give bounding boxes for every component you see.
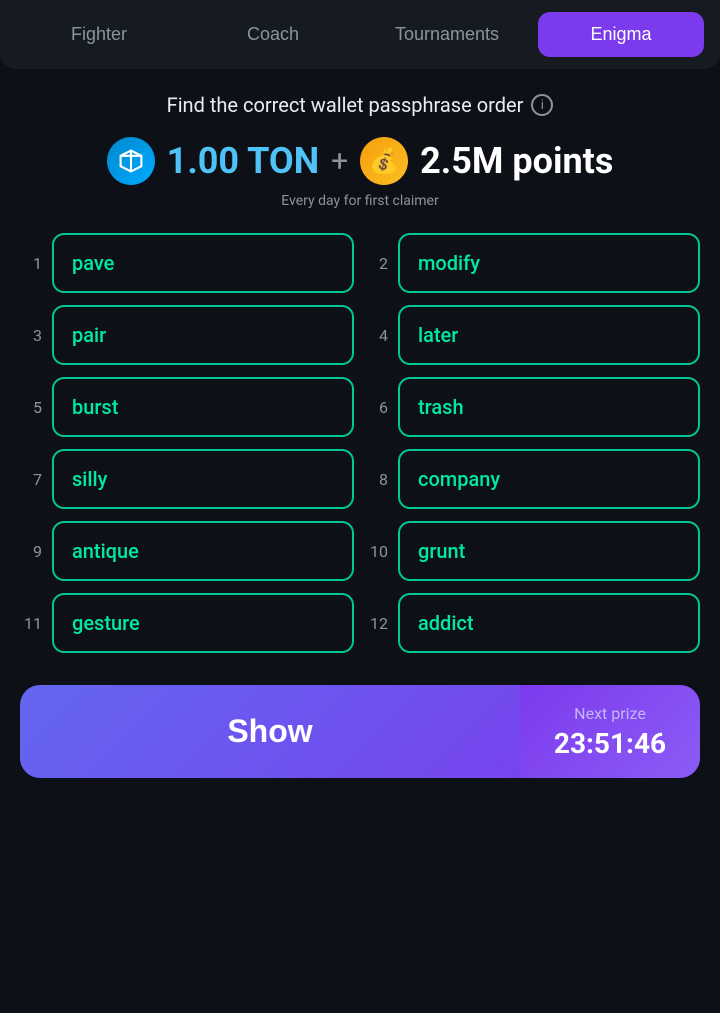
nav-tab-tournaments[interactable]: Tournaments [364, 12, 530, 57]
word-box-12: addict [398, 593, 700, 653]
word-number-6: 6 [366, 398, 388, 417]
instruction-label: Find the correct wallet passphrase order [167, 93, 524, 117]
word-number-11: 11 [20, 614, 42, 633]
word-box-8: company [398, 449, 700, 509]
word-item: 4 later [366, 305, 700, 365]
word-item: 11 gesture [20, 593, 354, 653]
word-item: 5 burst [20, 377, 354, 437]
points-amount: 2.5M points [420, 140, 613, 182]
word-number-4: 4 [366, 326, 388, 345]
plus-sign: + [331, 144, 348, 179]
word-box-11: gesture [52, 593, 354, 653]
word-item: 10 grunt [366, 521, 700, 581]
word-number-3: 3 [20, 326, 42, 345]
nav-tab-fighter[interactable]: Fighter [16, 12, 182, 57]
instruction-text: Find the correct wallet passphrase order… [167, 93, 554, 117]
bottom-bar: Show Next prize 23:51:46 [20, 685, 700, 778]
next-prize-section: Next prize 23:51:46 [520, 685, 700, 778]
next-prize-label: Next prize [574, 704, 646, 723]
prize-row: 1.00 TON + 💰 2.5M points [107, 137, 614, 185]
next-prize-timer: 23:51:46 [554, 727, 666, 760]
main-content: Find the correct wallet passphrase order… [0, 69, 720, 802]
word-item: 3 pair [20, 305, 354, 365]
word-box-9: antique [52, 521, 354, 581]
word-item: 9 antique [20, 521, 354, 581]
word-grid: 1 pave 2 modify 3 pair 4 later 5 burst 6 trash 7 sill… [20, 233, 700, 653]
word-number-9: 9 [20, 542, 42, 561]
ton-icon [107, 137, 155, 185]
word-item: 2 modify [366, 233, 700, 293]
word-item: 8 company [366, 449, 700, 509]
nav-tab-coach[interactable]: Coach [190, 12, 356, 57]
word-number-5: 5 [20, 398, 42, 417]
navigation-bar: FighterCoachTournamentsEnigma [0, 0, 720, 69]
word-item: 1 pave [20, 233, 354, 293]
word-number-1: 1 [20, 254, 42, 273]
word-item: 12 addict [366, 593, 700, 653]
show-button[interactable]: Show [20, 685, 520, 778]
word-number-7: 7 [20, 470, 42, 489]
word-box-5: burst [52, 377, 354, 437]
word-box-1: pave [52, 233, 354, 293]
word-item: 7 silly [20, 449, 354, 509]
prize-subtitle: Every day for first claimer [281, 193, 438, 209]
word-box-3: pair [52, 305, 354, 365]
word-box-10: grunt [398, 521, 700, 581]
coin-icon: 💰 [360, 137, 408, 185]
word-box-2: modify [398, 233, 700, 293]
word-number-8: 8 [366, 470, 388, 489]
nav-tab-enigma[interactable]: Enigma [538, 12, 704, 57]
word-box-6: trash [398, 377, 700, 437]
word-number-12: 12 [366, 614, 388, 633]
word-number-2: 2 [366, 254, 388, 273]
word-item: 6 trash [366, 377, 700, 437]
ton-amount: 1.00 TON [167, 140, 319, 182]
word-box-7: silly [52, 449, 354, 509]
word-number-10: 10 [366, 542, 388, 561]
info-icon[interactable]: i [531, 94, 553, 116]
word-box-4: later [398, 305, 700, 365]
